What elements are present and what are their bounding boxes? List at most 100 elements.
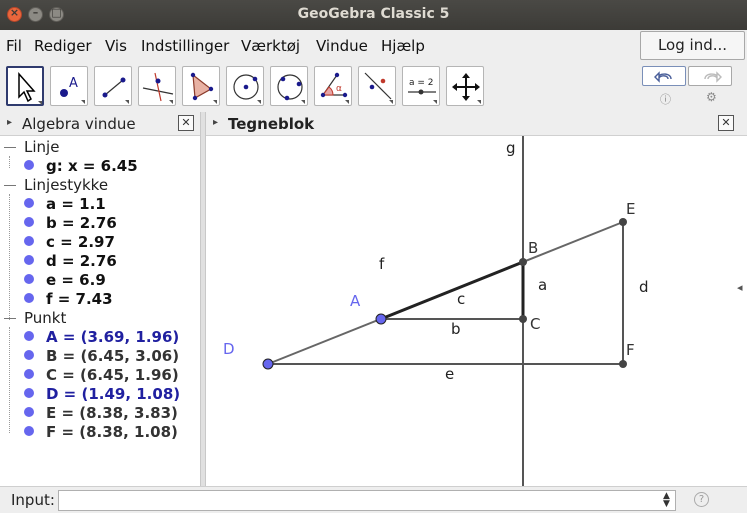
visibility-toggle-icon[interactable] [24, 388, 34, 398]
circle-three-points-tool-button[interactable] [270, 66, 308, 106]
category-linjestykke[interactable]: Linjestykke [4, 176, 108, 194]
reflect-line-icon [364, 72, 393, 104]
input-bar: Input: ▲ ▼ ? [0, 486, 747, 513]
algebra-item-text: g: x = 6.45 [46, 157, 138, 175]
visibility-toggle-icon[interactable] [24, 369, 34, 379]
label-E: E [626, 200, 635, 218]
graphics-view[interactable]: g f c a b d e A D B C E F [206, 136, 747, 486]
visibility-toggle-icon[interactable] [24, 350, 34, 360]
input-label: Input: [11, 491, 55, 509]
algebra-item[interactable]: a = 1.1 [24, 195, 106, 213]
input-history-spinner-icon[interactable]: ▲ ▼ [663, 492, 670, 509]
algebra-item[interactable]: f = 7.43 [24, 290, 113, 308]
input-field[interactable] [58, 490, 676, 511]
algebra-item[interactable]: b = 2.76 [24, 214, 117, 232]
label-d: d [639, 278, 649, 296]
menu-fil[interactable]: Fil [6, 37, 22, 55]
point-F[interactable] [619, 360, 627, 368]
circle-center-point-tool-button[interactable] [226, 66, 264, 106]
collapse-arrow-icon[interactable]: ▸ [7, 117, 12, 128]
circle-three-points-icon [277, 74, 305, 104]
angle-icon-label: α [336, 84, 342, 94]
label-A: A [350, 292, 361, 310]
point-D[interactable] [262, 358, 274, 370]
algebra-item[interactable]: C = (6.45, 1.96) [24, 366, 179, 384]
point-B[interactable] [519, 258, 527, 266]
input-help-icon[interactable]: ? [694, 492, 709, 507]
graphics-canvas[interactable]: g f c a b d e A D B C E F [206, 136, 747, 486]
sidebar-toggle-arrow-icon[interactable]: ◂ [737, 281, 743, 294]
point-C[interactable] [519, 315, 527, 323]
redo-button[interactable] [688, 66, 732, 86]
collapse-arrow-icon[interactable]: ▸ [213, 117, 218, 128]
algebra-item[interactable]: E = (8.38, 3.83) [24, 404, 178, 422]
visibility-toggle-icon[interactable] [24, 236, 34, 246]
settings-gear-icon[interactable]: ⚙ [706, 90, 717, 104]
algebra-item[interactable]: B = (6.45, 3.06) [24, 347, 179, 365]
algebra-item[interactable]: g: x = 6.45 [24, 157, 138, 175]
label-c: c [457, 290, 465, 308]
slider-icon-label: a = 2 [409, 78, 434, 88]
angle-tool-button[interactable]: α [314, 66, 352, 106]
point-E[interactable] [619, 218, 627, 226]
menu-bar: Fil Rediger Vis Indstillinger Værktøj Vi… [0, 30, 747, 62]
label-a: a [538, 276, 547, 294]
algebra-view-header: ▸ Algebra vindue ✕ [0, 112, 200, 136]
menu-hjaelp[interactable]: Hjælp [381, 37, 425, 55]
segment-c[interactable] [380, 260, 524, 321]
perpendicular-line-tool-button[interactable] [138, 66, 176, 106]
label-C: C [530, 315, 540, 333]
polygon-tool-button[interactable] [182, 66, 220, 106]
visibility-toggle-icon[interactable] [24, 217, 34, 227]
algebra-item[interactable]: D = (1.49, 1.08) [24, 385, 180, 403]
close-algebra-view-button[interactable]: ✕ [178, 115, 194, 131]
visibility-toggle-icon[interactable] [24, 198, 34, 208]
category-linje[interactable]: Linje [4, 138, 59, 156]
visibility-toggle-icon[interactable] [24, 407, 34, 417]
login-button[interactable]: Log ind... [640, 31, 745, 60]
category-label: Punkt [24, 309, 67, 327]
title-bar: × – □ GeoGebra Classic 5 [0, 0, 747, 30]
algebra-view-title: Algebra vindue [22, 115, 136, 133]
algebra-item-text: a = 1.1 [46, 195, 106, 213]
visibility-toggle-icon[interactable] [24, 274, 34, 284]
circle-center-icon [233, 74, 261, 104]
undo-button[interactable] [642, 66, 686, 86]
graphics-view-header: ▸ Tegneblok ✕ [206, 112, 747, 136]
algebra-item[interactable]: c = 2.97 [24, 233, 115, 251]
menu-vis[interactable]: Vis [105, 37, 127, 55]
category-punkt[interactable]: Punkt [4, 309, 66, 327]
move-tool-button[interactable] [6, 66, 44, 106]
algebra-item[interactable]: d = 2.76 [24, 252, 117, 270]
menu-vaerktoej[interactable]: Værktøj [241, 37, 300, 55]
menu-rediger[interactable]: Rediger [34, 37, 92, 55]
category-label: Linje [24, 138, 60, 156]
point-A[interactable] [375, 313, 387, 325]
segment-tool-button[interactable] [94, 66, 132, 106]
menu-indstillinger[interactable]: Indstillinger [141, 37, 229, 55]
move-graphics-view-tool-button[interactable] [446, 66, 484, 106]
algebra-item-text: f = 7.43 [46, 290, 113, 308]
help-icon[interactable]: ⓘ [660, 91, 671, 107]
redo-icon [704, 71, 722, 83]
point-tool-button[interactable]: A [50, 66, 88, 106]
visibility-toggle-icon[interactable] [24, 331, 34, 341]
algebra-item[interactable]: A = (3.69, 1.96) [24, 328, 179, 346]
category-label: Linjestykke [24, 176, 109, 194]
menu-vindue[interactable]: Vindue [316, 37, 368, 55]
reflect-tool-button[interactable] [358, 66, 396, 106]
algebra-item[interactable]: F = (8.38, 1.08) [24, 423, 178, 441]
visibility-toggle-icon[interactable] [24, 293, 34, 303]
undo-icon [654, 71, 672, 83]
algebra-item[interactable]: e = 6.9 [24, 271, 106, 289]
slider-tool-button[interactable]: a = 2 [402, 66, 440, 106]
visibility-toggle-icon[interactable] [24, 160, 34, 170]
close-graphics-view-button[interactable]: ✕ [718, 115, 734, 131]
algebra-item-text: D = (1.49, 1.08) [46, 385, 181, 403]
arrow-cursor-icon [18, 72, 42, 105]
algebra-item-text: B = (6.45, 3.06) [46, 347, 180, 365]
visibility-toggle-icon[interactable] [24, 426, 34, 436]
angle-icon: α [320, 72, 349, 104]
visibility-toggle-icon[interactable] [24, 255, 34, 265]
algebra-item-text: b = 2.76 [46, 214, 117, 232]
